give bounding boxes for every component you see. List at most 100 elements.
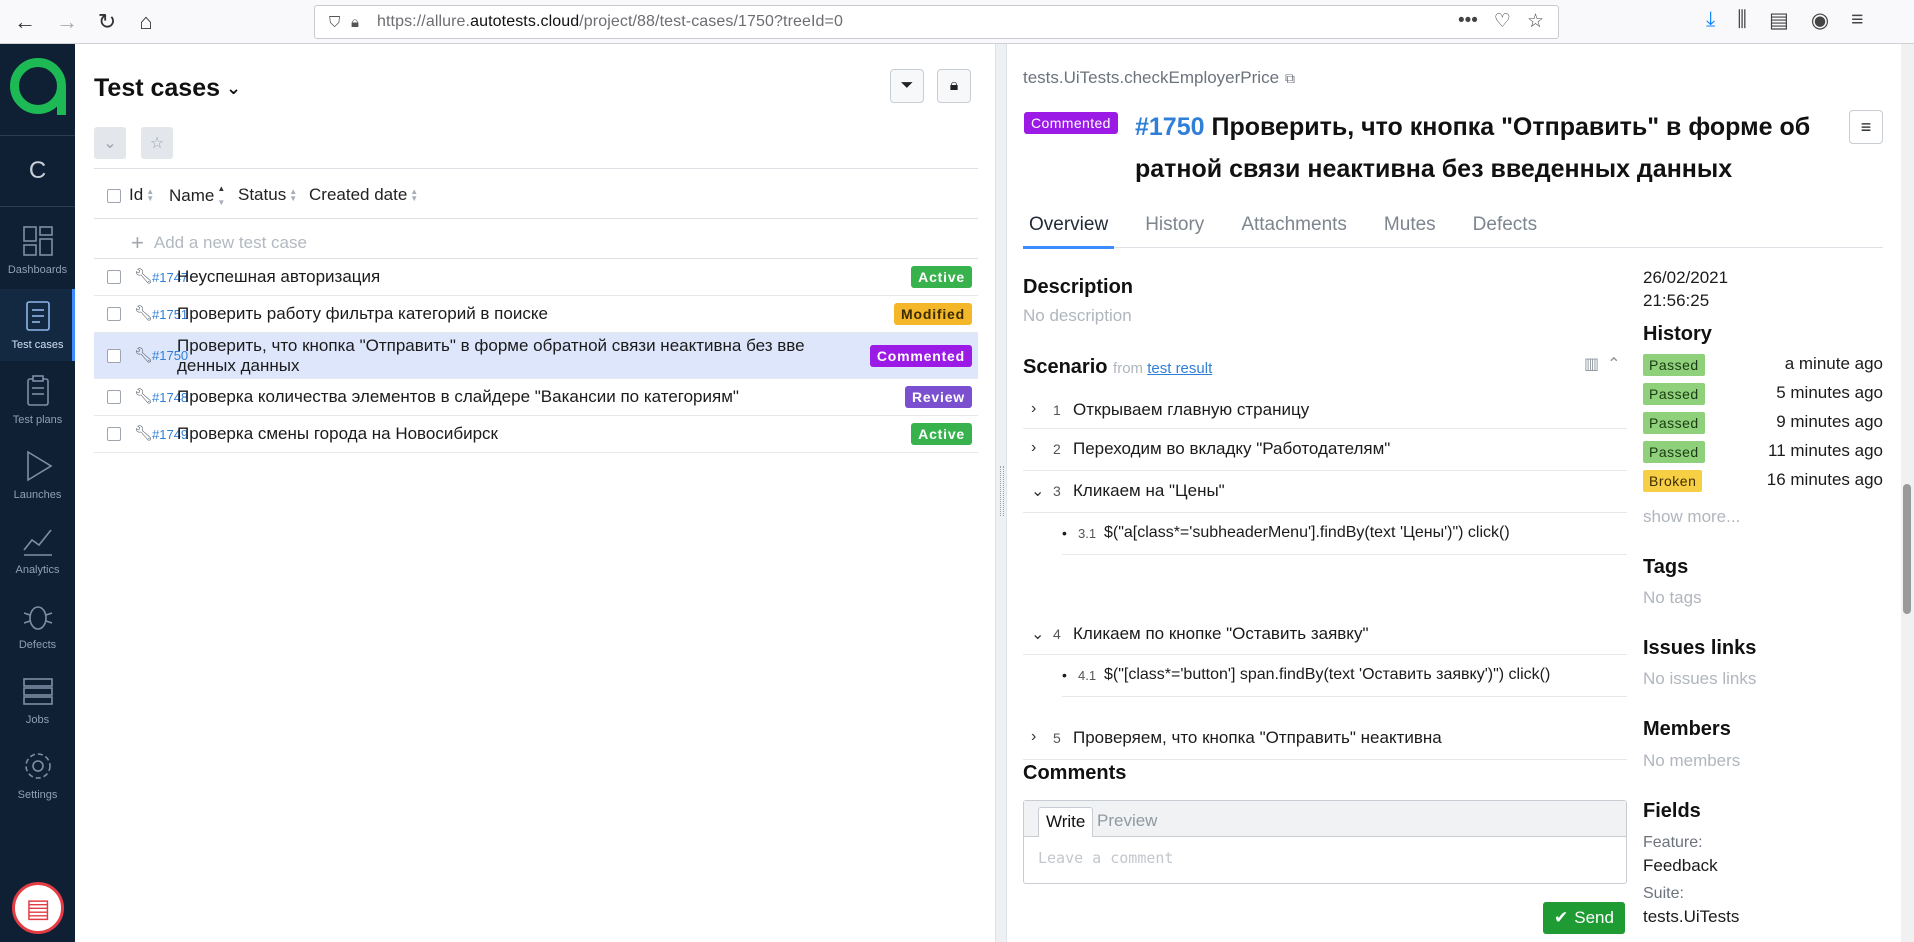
issues-value: No issues links (1643, 669, 1757, 688)
table-row-selected[interactable]: 🔧︎ #1750 Проверить, что кнопка "Отправит… (94, 333, 978, 379)
column-name[interactable]: Name ▲ ▼ (169, 185, 225, 207)
suite-value: tests.UiTests (1643, 907, 1740, 926)
scrollbar[interactable] (1901, 44, 1914, 942)
scenario-substep[interactable]: • 3.1 $("a[class*='subheaderMenu'].findB… (1062, 513, 1627, 555)
table-row[interactable]: 🔧︎ #1751 Проверить работу фильтра катего… (94, 296, 978, 333)
home-icon[interactable]: ⌂ (131, 7, 161, 37)
sort-icon: ▲ ▼ (146, 187, 155, 203)
browser-toolbar: ← → ↻ ⌂ ⛉ 🔒︎ https://allure.autotests.cl… (0, 0, 1914, 44)
lock-button[interactable]: 🔒︎ (937, 69, 971, 103)
tags-heading: Tags (1643, 556, 1689, 578)
tab-write[interactable]: Write (1038, 807, 1094, 837)
filter-button[interactable]: ⏷ (890, 69, 924, 103)
status-badge: Review (904, 386, 972, 408)
scenario-substep[interactable]: • 4.1 $("[class*='button'] span.findBy(t… (1062, 655, 1627, 697)
description-value: No description (1023, 306, 1132, 325)
wrench-icon: 🔧︎ (134, 305, 154, 322)
history-entry[interactable]: Passed 9 minutes ago (1643, 412, 1883, 436)
forward-icon[interactable]: → (52, 7, 82, 37)
nav-item-test-cases[interactable]: Test cases (0, 289, 75, 361)
divider (94, 168, 978, 169)
pocket-icon[interactable]: ♡ (1494, 10, 1511, 33)
nav-item-defects[interactable]: Defects (0, 589, 75, 661)
history-status: Passed (1643, 383, 1705, 405)
tab-attachments[interactable]: Attachments (1235, 214, 1353, 247)
panel-resizer[interactable] (995, 44, 1007, 942)
add-test-case-input[interactable]: + Add a new test case (131, 230, 307, 256)
nav-item-dashboards[interactable]: Dashboards (0, 214, 75, 286)
collapse-toggle[interactable]: C (0, 135, 75, 207)
row-checkbox[interactable] (107, 270, 121, 284)
tab-mutes[interactable]: Mutes (1378, 214, 1442, 247)
history-entry[interactable]: Passed 11 minutes ago (1643, 441, 1883, 465)
table-row[interactable]: 🔧︎ #1749 Проверка смены города на Новоси… (94, 416, 978, 453)
nav-item-analytics[interactable]: Analytics (0, 514, 75, 586)
check-icon: ✔ (1554, 908, 1569, 927)
sidebar-icon[interactable]: ▤ (1769, 8, 1789, 33)
status-badge: Active (911, 423, 972, 445)
allure-logo[interactable] (10, 58, 66, 115)
nav-item-launches[interactable]: Launches (0, 439, 75, 511)
actions-menu-button[interactable]: ≡ (1849, 110, 1883, 144)
column-status[interactable]: Status ▲ ▼ (238, 185, 297, 205)
scenario-step[interactable]: › 1 Открываем главную страницу (1023, 391, 1627, 429)
nav-item-settings[interactable]: Settings (0, 739, 75, 811)
account-icon[interactable]: ◉ (1811, 8, 1829, 33)
lock-icon: 🔒︎ (949, 77, 959, 94)
show-more-link[interactable]: show more... (1643, 507, 1740, 527)
layout-icon[interactable]: ▥ (1584, 354, 1599, 374)
expand-button[interactable]: ⌄ (94, 127, 126, 159)
scenario-step[interactable]: ⌄ 3 Кликаем на "Цены" (1023, 471, 1627, 513)
tab-history[interactable]: History (1139, 214, 1210, 247)
row-checkbox[interactable] (107, 427, 121, 441)
library-icon[interactable]: ⫼ (1737, 8, 1747, 33)
history-entry[interactable]: Passed a minute ago (1643, 354, 1883, 378)
tab-defects[interactable]: Defects (1467, 214, 1543, 247)
table-row[interactable]: 🔧︎ #1747 Неуспешная авторизация Active (94, 259, 978, 296)
comments-heading: Comments (1023, 762, 1127, 784)
chevron-down-icon: ⌄ (1031, 626, 1045, 643)
column-created-date[interactable]: Created date ▲ ▼ (309, 185, 418, 205)
row-checkbox[interactable] (107, 349, 121, 363)
nav-label: Test cases (11, 339, 64, 351)
collapse-icon[interactable]: ⌃ (1607, 354, 1620, 374)
test-full-name: tests.UiTests.checkEmployerPrice ⧉ (1023, 68, 1296, 87)
history-entry[interactable]: Broken 16 minutes ago (1643, 470, 1883, 494)
test-result-link[interactable]: test result (1147, 360, 1212, 377)
scenario-step[interactable]: › 2 Переходим во вкладку "Работодателям" (1023, 429, 1627, 471)
history-status: Broken (1643, 470, 1703, 492)
send-button[interactable]: ✔ Send (1543, 902, 1625, 934)
row-checkbox[interactable] (107, 390, 121, 404)
reload-icon[interactable]: ↻ (92, 7, 122, 37)
favorite-button[interactable]: ☆ (141, 127, 173, 159)
scenario-step[interactable]: › 5 Проверяем, что кнопка "Отправить" не… (1023, 718, 1627, 760)
nav-label: Launches (13, 489, 62, 501)
scenario-step[interactable]: ⌄ 4 Кликаем по кнопке "Оставить заявку" (1023, 615, 1627, 655)
nav-item-test-plans[interactable]: Test plans (0, 364, 75, 436)
history-heading: History (1643, 323, 1712, 345)
tags-value: No tags (1643, 588, 1702, 607)
row-checkbox[interactable] (107, 307, 121, 321)
nav-item-jobs[interactable]: Jobs (0, 664, 75, 736)
scrollbar-thumb[interactable] (1903, 484, 1911, 614)
table-row[interactable]: 🔧︎ #1748 Проверка количества элементов в… (94, 379, 978, 416)
bookmark-star-icon[interactable]: ☆ (1527, 10, 1544, 33)
history-entry[interactable]: Passed 5 minutes ago (1643, 383, 1883, 407)
tab-overview[interactable]: Overview (1023, 214, 1115, 249)
copy-icon[interactable]: ⧉ (1285, 70, 1295, 87)
select-all-checkbox[interactable] (107, 189, 121, 203)
page-title[interactable]: Test cases ⌄ (94, 74, 241, 103)
address-bar[interactable]: ⛉ 🔒︎ https://allure.autotests.cloud/proj… (314, 5, 1559, 39)
row-name: Неуспешная авторизация (177, 267, 381, 286)
column-id[interactable]: Id ▲ ▼ (129, 185, 154, 205)
user-avatar[interactable]: ▤ (12, 882, 64, 934)
tab-preview[interactable]: Preview (1090, 807, 1164, 837)
download-icon[interactable]: ⤓ (1706, 8, 1715, 33)
comment-input[interactable]: Leave a comment (1038, 849, 1173, 867)
history-time: 9 minutes ago (1776, 412, 1883, 431)
more-icon[interactable]: ••• (1458, 10, 1478, 33)
app-sidebar: C Dashboards Test cases Test plans Launc… (0, 44, 75, 942)
back-icon[interactable]: ← (10, 7, 40, 37)
feature-value: Feedback (1643, 856, 1718, 875)
menu-icon[interactable]: ≡ (1851, 8, 1863, 33)
